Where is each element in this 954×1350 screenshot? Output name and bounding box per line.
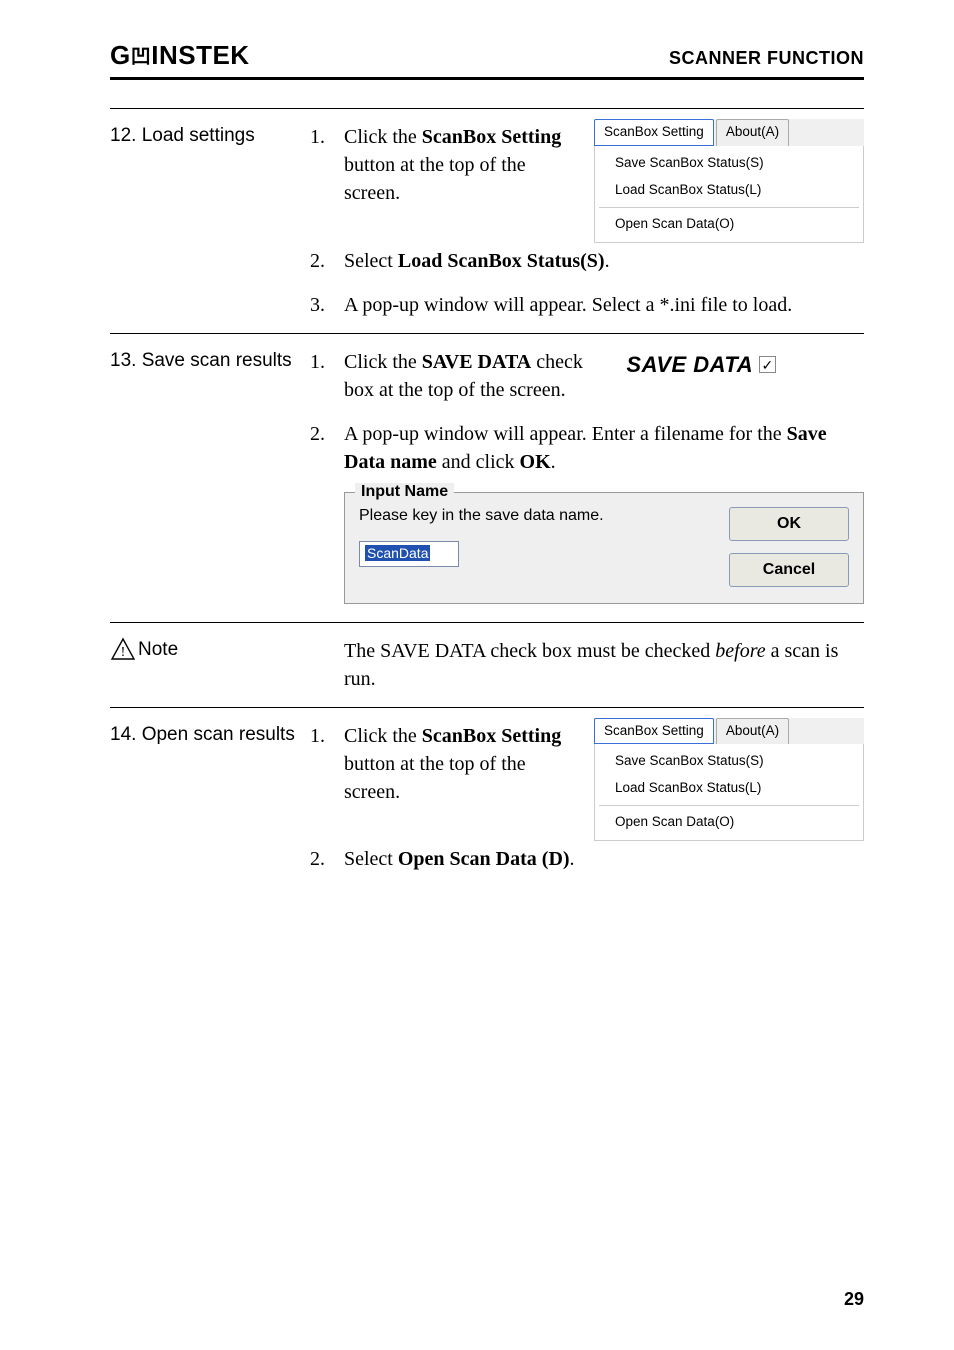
menu-open-data-2[interactable]: Open Scan Data(O) <box>595 809 863 836</box>
menu-save-status[interactable]: Save ScanBox Status(S) <box>595 150 863 177</box>
dialog-prompt: Please key in the save data name. <box>359 507 711 525</box>
save-data-text: SAVE DATA <box>626 350 753 381</box>
save-data-checkbox-image: SAVE DATA ✓ <box>626 348 776 381</box>
tab-scanbox-setting[interactable]: ScanBox Setting <box>594 119 714 146</box>
svg-text:!: ! <box>121 645 126 660</box>
step-13-2-num: 2. <box>310 420 344 448</box>
input-name-dialog: Input Name Please key in the save data n… <box>344 492 864 604</box>
tab-scanbox-setting-2[interactable]: ScanBox Setting <box>594 718 714 745</box>
dialog-input-value: ScanData <box>365 545 430 561</box>
dialog-input[interactable]: ScanData <box>359 541 459 567</box>
menu-dropdown: Save ScanBox Status(S) Load ScanBox Stat… <box>594 146 864 243</box>
note-text-label: Note <box>138 637 178 663</box>
step-12-2-num: 2. <box>310 247 344 275</box>
brand-g: G <box>110 40 131 70</box>
header-rule <box>110 77 864 80</box>
step-13-label: 13. Save scan results <box>110 348 310 374</box>
warning-icon: ! <box>110 637 136 661</box>
step-14-2-text: Select Open Scan Data (D). <box>344 845 864 873</box>
brand-suffix: INSTEK <box>151 40 249 70</box>
step-12-1-body: Click the ScanBox Setting button at the … <box>344 123 864 243</box>
tab-about[interactable]: About(A) <box>716 119 789 146</box>
scanbox-menu-1: ScanBox Setting About(A) Save ScanBox St… <box>594 119 864 243</box>
note-body: The SAVE DATA check box must be checked … <box>344 637 864 693</box>
step-14-1-num: 1. <box>310 722 344 750</box>
note-label: ! Note <box>110 637 310 663</box>
step-12-3-row: 3. A pop-up window will appear. Select a… <box>110 283 864 333</box>
tab-about-2[interactable]: About(A) <box>716 718 789 745</box>
step-12-1-num: 1. <box>310 123 344 151</box>
step-14-row: 14. Open scan results 1. Click the ScanB… <box>110 708 864 846</box>
note-row: ! Note The SAVE DATA check box must be c… <box>110 623 864 707</box>
brand-logo: G凹INSTEK <box>110 40 250 71</box>
menu-tabs-2: ScanBox Setting About(A) <box>594 718 864 745</box>
step-13-row: 13. Save scan results 1. Click the SAVE … <box>110 334 864 412</box>
menu-load-status-2[interactable]: Load ScanBox Status(L) <box>595 775 863 802</box>
menu-separator <box>599 207 859 208</box>
step-13-1-text: Click the SAVE DATA check box at the top… <box>344 348 614 404</box>
step-13-2-text: A pop-up window will appear. Enter a fil… <box>344 420 864 476</box>
brand-u-icon: 凹 <box>131 40 152 69</box>
menu-tabs: ScanBox Setting About(A) <box>594 119 864 146</box>
step-12-1-text: Click the ScanBox Setting button at the … <box>344 123 582 207</box>
step-14-1-body: Click the ScanBox Setting button at the … <box>344 722 864 842</box>
menu-save-status-2[interactable]: Save ScanBox Status(S) <box>595 748 863 775</box>
menu-load-status[interactable]: Load ScanBox Status(L) <box>595 177 863 204</box>
step-12-2-text: Select Load ScanBox Status(S). <box>344 247 864 275</box>
step-14-1-text: Click the ScanBox Setting button at the … <box>344 722 582 806</box>
cancel-button[interactable]: Cancel <box>729 553 849 587</box>
step-12-3-num: 3. <box>310 291 344 319</box>
menu-separator-2 <box>599 805 859 806</box>
menu-dropdown-2: Save ScanBox Status(S) Load ScanBox Stat… <box>594 744 864 841</box>
step-12-3-text: A pop-up window will appear. Select a *.… <box>344 291 864 319</box>
step-13-1-body: Click the SAVE DATA check box at the top… <box>344 348 864 404</box>
step-13-1-num: 1. <box>310 348 344 376</box>
step-14-label: 14. Open scan results <box>110 722 310 748</box>
page-header: G凹INSTEK SCANNER FUNCTION <box>110 40 864 71</box>
menu-open-data[interactable]: Open Scan Data(O) <box>595 211 863 238</box>
checkbox-icon[interactable]: ✓ <box>759 356 776 373</box>
step-12-row: 12. Load settings 1. Click the ScanBox S… <box>110 109 864 247</box>
content: 12. Load settings 1. Click the ScanBox S… <box>110 108 864 887</box>
page-number: 29 <box>844 1289 864 1310</box>
step-14-2-row: 2. Select Open Scan Data (D). <box>110 845 864 887</box>
step-13-2-row: 2. A pop-up window will appear. Enter a … <box>110 412 864 482</box>
step-12-2-row: 2. Select Load ScanBox Status(S). <box>110 247 864 283</box>
step-14-2-num: 2. <box>310 845 344 873</box>
dialog-legend: Input Name <box>355 483 454 501</box>
scanbox-menu-2: ScanBox Setting About(A) Save ScanBox St… <box>594 718 864 842</box>
section-title: SCANNER FUNCTION <box>669 48 864 69</box>
step-12-label: 12. Load settings <box>110 123 310 149</box>
ok-button[interactable]: OK <box>729 507 849 541</box>
